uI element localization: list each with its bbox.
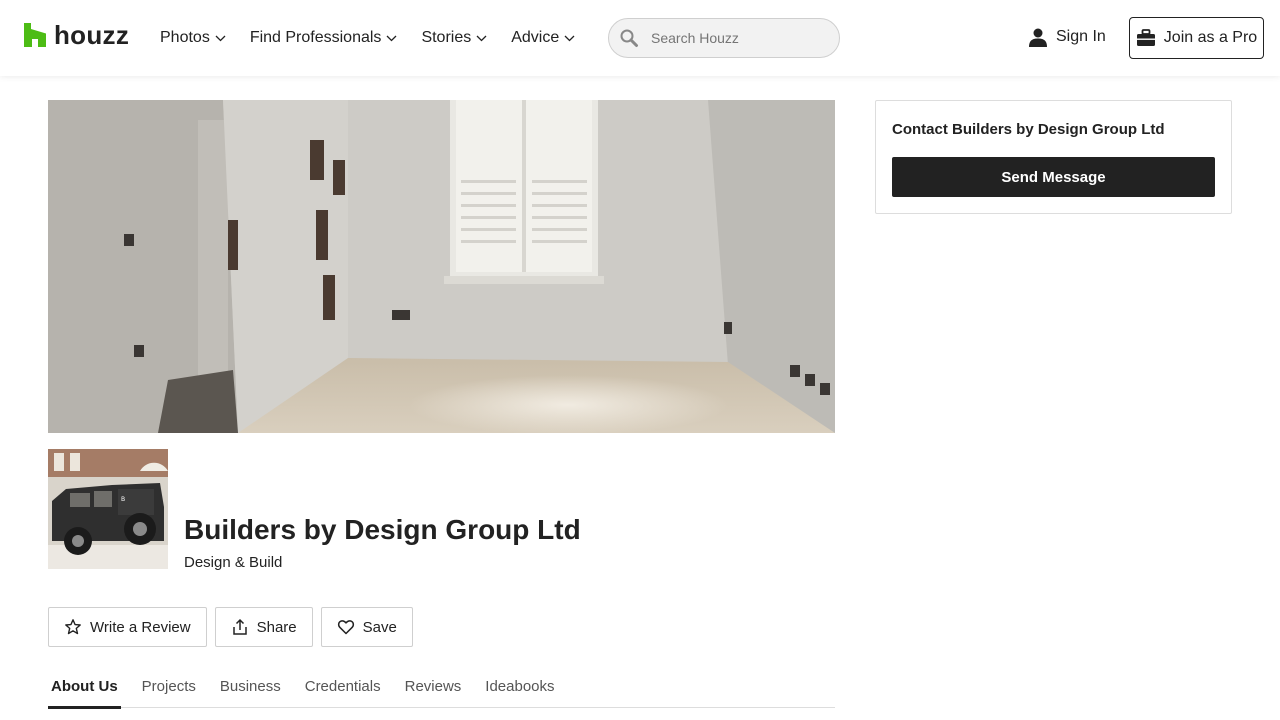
profile-tabs: About Us Projects Business Credentials R… bbox=[48, 666, 835, 709]
nav-stories[interactable]: Stories bbox=[421, 29, 487, 47]
nav-label: Find Professionals bbox=[249, 29, 382, 46]
pro-name: Builders by Design Group Ltd bbox=[184, 514, 581, 545]
chevron-down-icon bbox=[386, 35, 397, 41]
action-bar: Write a Review Share Save bbox=[48, 607, 421, 647]
room-photo bbox=[48, 100, 835, 433]
top-header: houzz Photos Find Professionals Stories … bbox=[0, 0, 1280, 76]
main-nav: Photos Find Professionals Stories Advice bbox=[160, 0, 599, 76]
pro-category: Design & Build bbox=[184, 554, 283, 571]
nav-label: Advice bbox=[511, 29, 560, 46]
save-label: Save bbox=[362, 618, 397, 636]
tab-business[interactable]: Business bbox=[217, 666, 284, 708]
share-button[interactable]: Share bbox=[214, 607, 313, 647]
write-review-label: Write a Review bbox=[90, 618, 191, 636]
chevron-down-icon bbox=[476, 35, 487, 41]
tab-credentials[interactable]: Credentials bbox=[302, 666, 384, 708]
send-message-button[interactable]: Send Message bbox=[892, 157, 1215, 197]
houzz-logo-icon bbox=[24, 23, 46, 47]
save-button[interactable]: Save bbox=[320, 607, 413, 647]
logo-text: houzz bbox=[54, 20, 130, 50]
houzz-logo[interactable]: houzz bbox=[24, 22, 129, 48]
join-pro-label: Join as a Pro bbox=[1163, 29, 1258, 46]
briefcase-icon bbox=[1136, 29, 1155, 46]
profile-photo: B bbox=[48, 449, 168, 569]
sign-in-link[interactable]: Sign In bbox=[1028, 27, 1106, 47]
cover-photo[interactable] bbox=[48, 100, 835, 433]
chevron-down-icon bbox=[564, 35, 575, 41]
chevron-down-icon bbox=[215, 35, 226, 41]
user-icon bbox=[1029, 28, 1047, 47]
search-box[interactable] bbox=[608, 18, 840, 58]
nav-label: Stories bbox=[421, 29, 472, 46]
star-icon bbox=[65, 619, 81, 635]
tab-about-us[interactable]: About Us bbox=[48, 666, 121, 709]
write-review-button[interactable]: Write a Review bbox=[48, 607, 207, 647]
tab-ideabooks[interactable]: Ideabooks bbox=[482, 666, 557, 708]
tab-reviews[interactable]: Reviews bbox=[402, 666, 465, 708]
contact-title: Contact Builders by Design Group Ltd bbox=[892, 121, 1165, 138]
sign-in-label: Sign In bbox=[1056, 28, 1106, 45]
share-icon bbox=[232, 618, 247, 635]
search-icon bbox=[620, 29, 638, 47]
svg-text:B: B bbox=[121, 496, 125, 503]
search-input[interactable] bbox=[651, 30, 821, 46]
heart-icon bbox=[337, 620, 354, 635]
share-label: Share bbox=[256, 618, 297, 636]
nav-find-professionals[interactable]: Find Professionals bbox=[250, 29, 398, 47]
tab-projects[interactable]: Projects bbox=[139, 666, 199, 708]
nav-advice[interactable]: Advice bbox=[511, 29, 575, 47]
join-as-pro-button[interactable]: Join as a Pro bbox=[1129, 17, 1264, 59]
nav-label: Photos bbox=[160, 29, 210, 46]
nav-photos[interactable]: Photos bbox=[160, 29, 226, 47]
avatar[interactable]: B bbox=[48, 449, 168, 569]
contact-card: Contact Builders by Design Group Ltd Sen… bbox=[875, 100, 1232, 214]
